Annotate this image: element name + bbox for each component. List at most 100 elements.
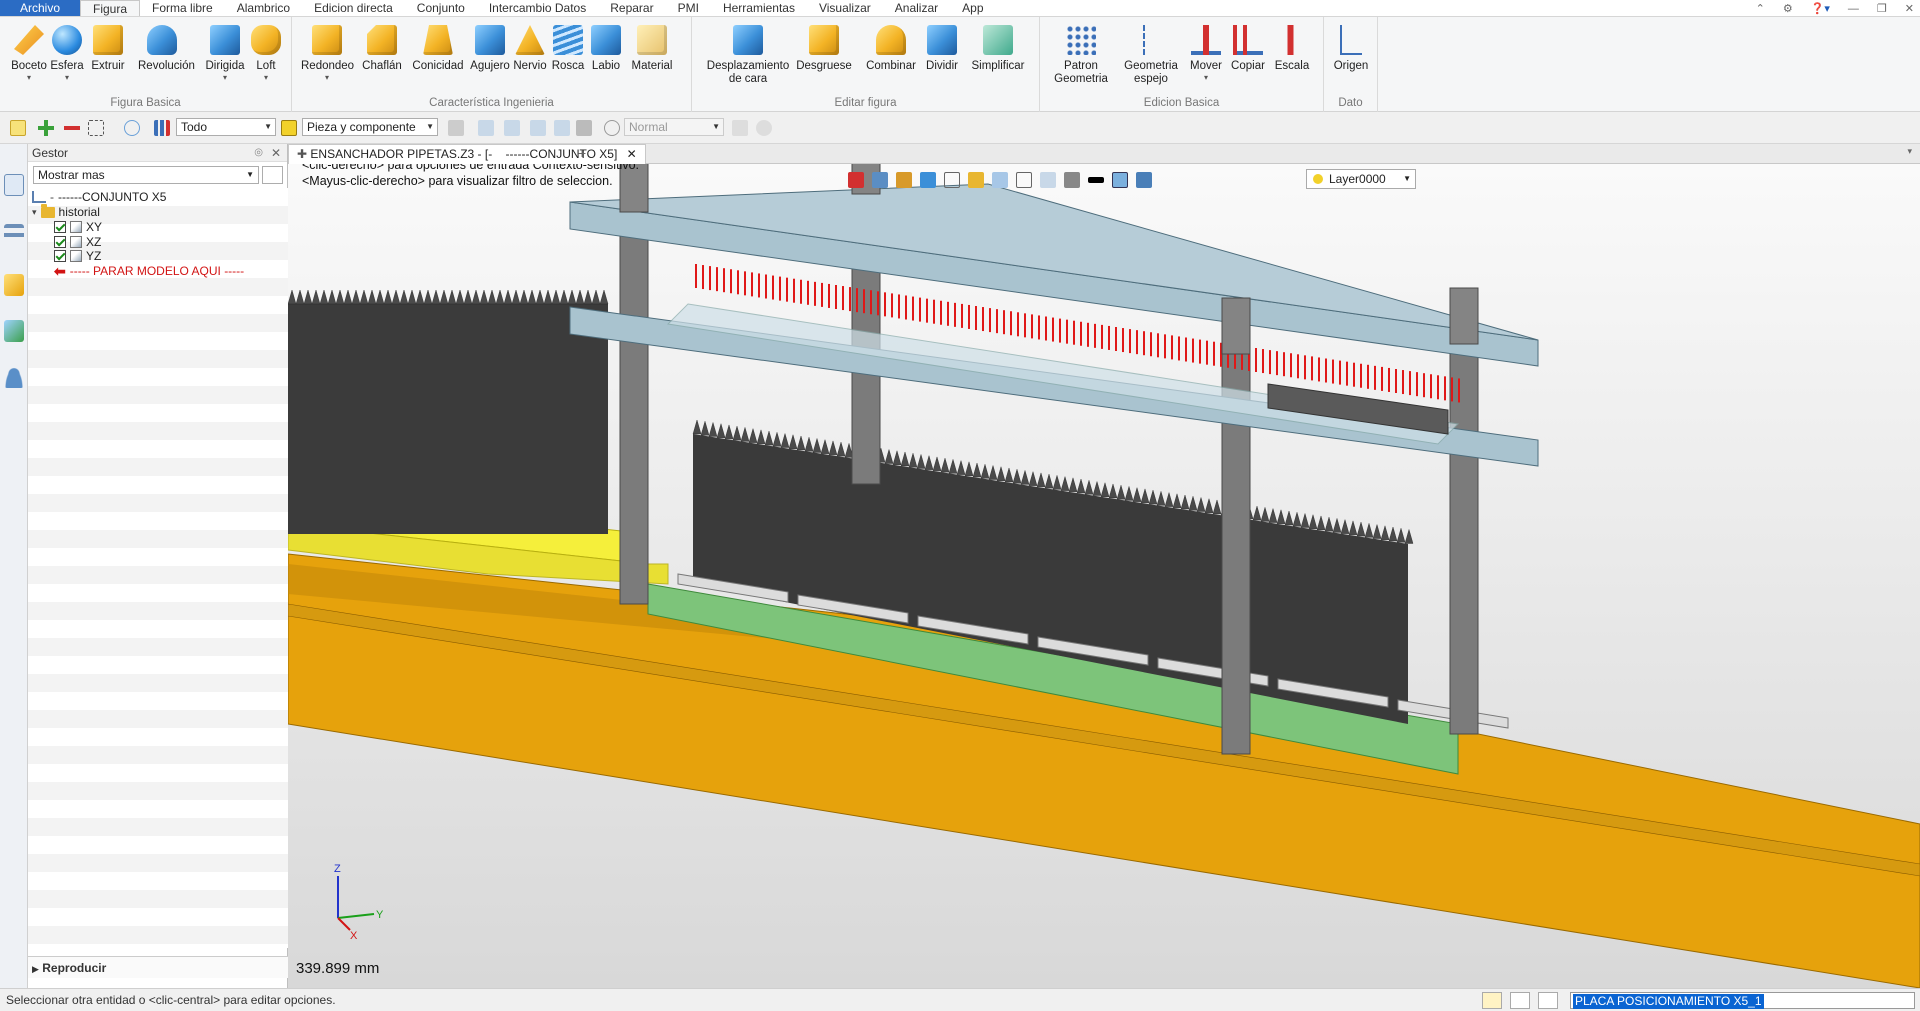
material-button[interactable]: Material [626,25,678,73]
status-list-icon[interactable] [1538,992,1558,1009]
dividir-button[interactable]: Dividir [916,25,968,73]
labio-button[interactable]: Labio [582,25,630,73]
distribute-icon[interactable] [478,120,494,136]
menu-analizar[interactable]: Analizar [883,0,950,16]
pick-scope-select[interactable]: Pieza y componente ▼ [302,118,438,136]
pin-tab-icon[interactable]: ✚ [297,147,307,161]
line-color-icon[interactable] [1088,177,1104,183]
history-manager-icon[interactable] [4,174,24,196]
help-icon[interactable]: ❓▾ [1811,2,1830,15]
shaded-view-icon[interactable] [920,172,936,188]
render-mode-select[interactable]: Normal ▼ [624,118,724,136]
menu-pmi[interactable]: PMI [666,0,711,16]
add-selection-icon[interactable] [38,120,54,136]
left-pipette-block[interactable] [288,289,609,534]
pin-icon[interactable]: ◎ [254,144,263,162]
fit-view-icon[interactable] [992,172,1008,188]
lasso-select-icon[interactable] [124,120,140,136]
align-icon[interactable] [448,120,464,136]
menu-archivo[interactable]: Archivo [0,0,81,16]
layer-stack-icon[interactable] [530,120,546,136]
close-tab-icon[interactable]: ✕ [627,147,637,161]
exit-view-icon[interactable] [848,172,864,188]
show-more-select[interactable]: Mostrar mas ▼ [33,166,259,184]
close-icon[interactable]: ✕ [1905,2,1914,15]
menu-herramientas[interactable]: Herramientas [711,0,807,16]
pick-mode-icon[interactable] [281,120,297,136]
menu-forma-libre[interactable]: Forma libre [140,0,225,16]
tree-search-input[interactable] [262,166,283,184]
user-manager-icon[interactable] [4,366,24,388]
arrange-icon[interactable] [554,120,570,136]
menu-intercambio-datos[interactable]: Intercambio Datos [477,0,598,16]
origen-button[interactable]: Origen [1327,25,1375,73]
chaflan-button[interactable]: Chaflán [356,25,408,73]
menu-alambrico[interactable]: Alambrico [225,0,302,16]
menu-visualizar[interactable]: Visualizar [807,0,883,16]
revolucion-button[interactable]: Revolución [138,25,195,73]
view-manager-icon[interactable] [4,320,24,342]
stack-icon[interactable] [504,120,520,136]
pan-view-icon[interactable] [896,172,912,188]
pipette-tip [1084,479,1094,495]
pipette-tip [1068,477,1078,493]
parts-manager-icon[interactable] [4,274,24,296]
pointer-icon[interactable] [576,120,592,136]
rotate-view-icon[interactable] [872,172,888,188]
remove-selection-icon[interactable] [64,120,80,136]
pipette-tip [1012,468,1022,484]
menu-edicion-directa[interactable]: Edicion directa [302,0,405,16]
close-panel-icon[interactable]: ✕ [271,144,281,162]
loft-button[interactable]: Loft ▾ [242,25,290,83]
restore-icon[interactable]: ❐ [1877,2,1887,15]
entity-filter-select[interactable]: Todo ▼ [176,118,276,136]
status-pick-icon[interactable] [1482,992,1502,1009]
3d-viewport[interactable]: <clic-derecho> para opciones de entrada … [288,164,1920,988]
section-view-icon[interactable] [1040,172,1056,188]
chevron-down-icon[interactable]: ▾ [32,203,37,221]
copiar-button[interactable]: Copiar [1226,25,1270,73]
extruir-button[interactable]: Extruir [84,25,132,73]
status-monitor-icon[interactable] [1510,992,1530,1009]
new-tab-icon[interactable]: + [578,145,586,161]
menu-conjunto[interactable]: Conjunto [405,0,477,16]
selection-field[interactable]: PLACA POSICIONAMIENTO X5_1 [1570,992,1915,1009]
visibility-checkbox[interactable] [54,221,66,233]
settings-gear-icon[interactable]: ⚙ [1783,2,1793,15]
layer-select[interactable]: Layer0000 ▼ [1306,169,1416,189]
menu-reparar[interactable]: Reparar [598,0,665,16]
zoom-window-icon[interactable] [1016,172,1032,188]
collapse-ribbon-icon[interactable]: ⌃ [1756,2,1765,15]
playback-section[interactable]: ▶ Reproducir [28,956,288,978]
menu-app[interactable]: App [950,0,995,16]
filter-icon[interactable] [154,120,170,136]
wireframe-view-icon[interactable] [944,172,960,188]
pipette-tip [1132,486,1142,502]
view-filter-icon[interactable] [1064,172,1080,188]
redondeo-button[interactable]: Redondeo ▾ [301,25,354,83]
display-style-icon[interactable] [968,172,984,188]
combinar-button[interactable]: Combinar [863,25,919,73]
visibility-checkbox[interactable] [54,250,66,262]
pick-arrow-icon[interactable] [10,120,26,136]
escala-button[interactable]: Escala [1270,25,1314,73]
patron-geometria-button[interactable]: Patron Geometria [1048,25,1114,86]
face-color-icon[interactable] [1112,172,1128,188]
mover-button[interactable]: Mover ▾ [1184,25,1228,83]
tab-list-icon[interactable]: ▾ [1907,146,1912,157]
guide-column-4[interactable] [1449,313,1479,735]
conicidad-button[interactable]: Conicidad [410,25,466,73]
menu-figura[interactable]: Figura [80,0,141,16]
view-mode-icon[interactable] [604,120,620,136]
assembly-manager-icon[interactable] [4,224,24,246]
desplazamiento-cara-button[interactable]: Desplazamiento de cara [702,25,794,86]
assembly-scene[interactable] [288,164,1920,988]
simplificar-button[interactable]: Simplificar [968,25,1028,73]
tree-stop-marker[interactable]: ⬅ ----- PARAR MODELO AQUI ----- [54,262,244,280]
layer-manager-icon[interactable] [1136,172,1152,188]
minimize-icon[interactable]: — [1848,3,1859,15]
document-tab[interactable]: ✚ ENSANCHADOR PIPETAS.Z3 - [- ------CONJ… [288,144,646,164]
box-select-icon[interactable] [88,120,104,136]
desgruese-button[interactable]: Desgruese [796,25,852,73]
geometria-espejo-button[interactable]: Geometria espejo [1120,25,1182,86]
